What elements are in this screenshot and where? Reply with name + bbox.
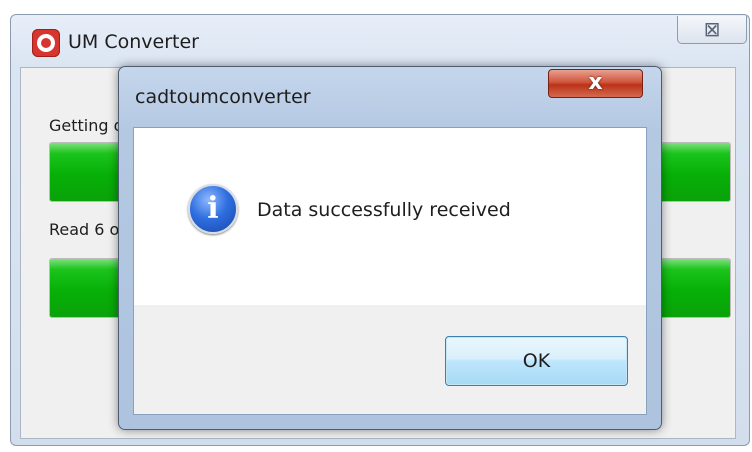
message-dialog: cadtoumconverter x i Data successfully r… — [118, 66, 662, 430]
ok-button[interactable]: OK — [445, 336, 628, 386]
dialog-message-area: i Data successfully received — [134, 128, 646, 305]
dialog-title: cadtoumconverter — [135, 86, 311, 108]
information-icon: i — [188, 184, 238, 234]
dialog-client-area: i Data successfully received OK — [133, 127, 647, 415]
um-converter-app-icon — [32, 29, 60, 57]
close-icon: ⊠ — [703, 17, 721, 41]
dialog-message: Data successfully received — [257, 199, 511, 221]
dialog-close-button[interactable]: x — [548, 69, 643, 98]
close-icon: x — [588, 70, 603, 95]
window-title: UM Converter — [68, 31, 199, 53]
close-button[interactable]: ⊠ — [677, 16, 747, 44]
